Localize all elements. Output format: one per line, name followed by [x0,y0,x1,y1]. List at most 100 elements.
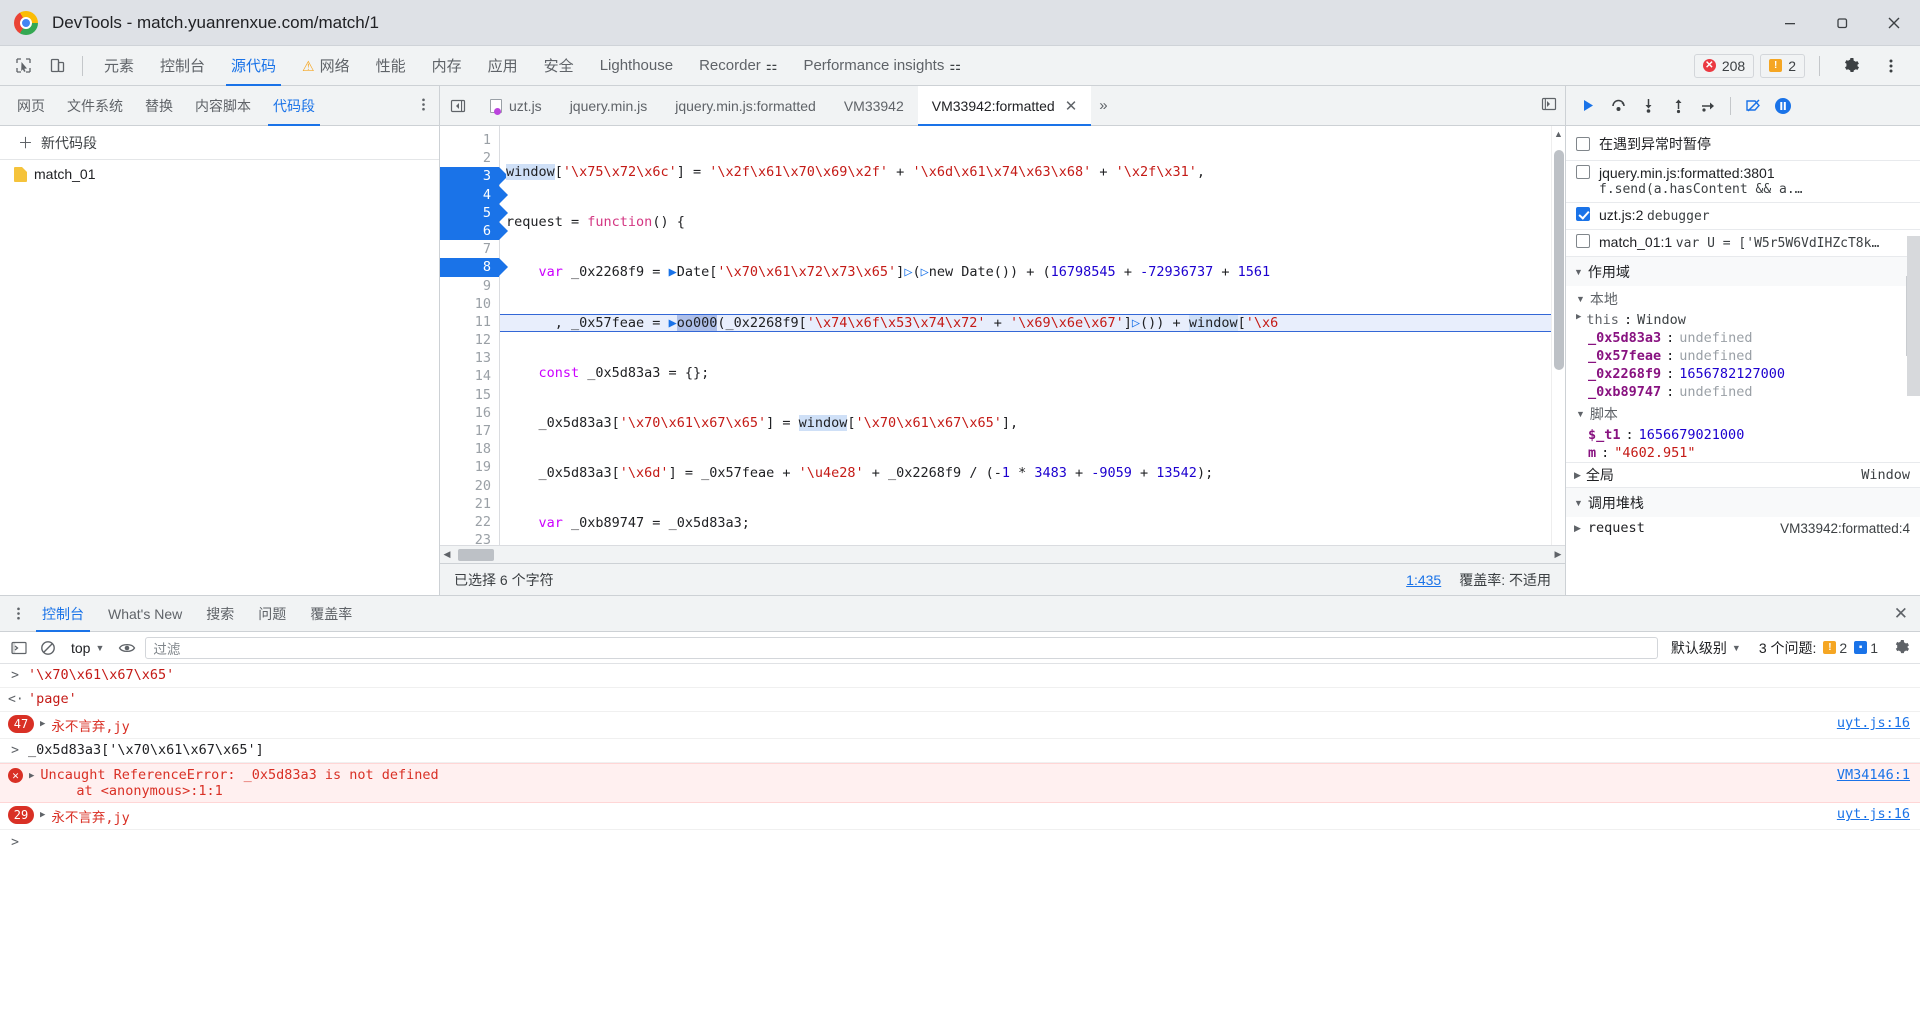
pause-on-exceptions-icon[interactable] [1769,92,1797,120]
scope-variable-this[interactable]: ▶ this: Window [1566,311,1920,329]
gear-icon[interactable] [1890,637,1912,659]
chevron-double-right-icon[interactable]: » [1091,97,1115,114]
log-level-selector[interactable]: 默认级别 ▼ [1665,638,1747,658]
nav-tab-snippets[interactable]: 代码段 [262,86,326,126]
scope-variable[interactable]: _0x2268f9: 1656782127000 [1566,365,1920,383]
code-line[interactable]: _0x5d83a3['\x6d'] = _0x57feae + '\u4e28'… [500,464,1565,482]
scrollbar-thumb[interactable] [1554,150,1564,370]
line-number-breakpoint[interactable]: 6 [440,221,508,241]
expand-arrow-icon[interactable]: ▶ [29,771,34,781]
console-message-output[interactable]: <· 'page' [0,688,1920,712]
drawer-tab-console[interactable]: 控制台 [30,596,96,632]
breakpoint-checkbox[interactable] [1576,207,1590,221]
line-number[interactable]: 20 [440,477,499,495]
more-vertical-icon[interactable] [416,97,431,115]
gear-icon[interactable] [1836,51,1866,81]
line-number[interactable]: 12 [440,331,499,349]
snippet-item-match-01[interactable]: match_01 [0,160,439,188]
scope-variable[interactable]: _0x57feae: undefined [1566,347,1920,365]
console-message-source[interactable]: uyt.js:16 [1823,806,1910,822]
line-number[interactable]: 22 [440,513,499,531]
line-number[interactable]: 23 [440,531,499,545]
code-line[interactable]: request = function() { [500,213,1565,231]
context-selector[interactable]: top ▼ [66,640,109,656]
console-message-log[interactable]: 29 ▶ 永不言弃,jy uyt.js:16 [0,803,1920,830]
drawer-tab-whats-new[interactable]: What's New [96,596,194,632]
console-message-error[interactable]: ✕ ▶ Uncaught ReferenceError: _0x5d83a3 i… [0,763,1920,803]
drawer-tab-coverage[interactable]: 覆盖率 [298,596,364,632]
tab-lighthouse[interactable]: Lighthouse [587,46,686,86]
more-vertical-icon[interactable] [1876,51,1906,81]
nav-tab-overrides[interactable]: 替换 [134,86,184,126]
tab-recorder[interactable]: Recorder ⚏ [686,46,790,86]
code-line[interactable]: var _0xb89747 = _0x5d83a3; [500,514,1565,532]
console-message-source[interactable]: uyt.js:16 [1823,715,1910,731]
chevron-right-icon[interactable]: ▶ [1576,312,1581,328]
minimize-button[interactable] [1764,0,1816,46]
line-number-breakpoint[interactable]: 8 [440,258,508,277]
maximize-button[interactable] [1816,0,1868,46]
breakpoint-item[interactable]: jquery.min.js:formatted:3801 f.send(a.ha… [1566,160,1920,202]
breakpoint-checkbox[interactable] [1576,234,1590,248]
error-count-badge[interactable]: ✕ 208 [1693,53,1755,78]
editor-tab-jquery-min-js-formatted[interactable]: jquery.min.js:formatted [661,86,830,126]
tab-memory[interactable]: 内存 [419,46,475,86]
breakpoint-checkbox[interactable] [1576,165,1590,179]
resume-script-icon[interactable] [1574,92,1602,120]
expand-arrow-icon[interactable]: ▶ [40,810,45,820]
code-line[interactable]: var _0x2268f9 = ▶Date['\x70\x61\x72\x73\… [500,263,1565,281]
tab-network[interactable]: ⚠ 网络 [289,46,363,86]
scope-variable[interactable]: _0xb89747: undefined [1566,383,1920,401]
new-snippet-button[interactable]: ＋ 新代码段 [0,126,439,160]
scroll-right-arrow-icon[interactable]: ▶ [1551,549,1565,560]
breakpoint-item[interactable]: match_01:1 var U = ['W5r5W6VdIHZcT8k… [1566,229,1920,256]
panel-expand-icon[interactable] [1541,96,1565,115]
nav-tab-page[interactable]: 网页 [6,86,56,126]
close-icon[interactable]: ✕ [1894,604,1920,624]
editor-horizontal-scrollbar[interactable]: ◀ ▶ [440,545,1565,563]
line-number[interactable]: 19 [440,458,499,476]
clear-console-icon[interactable] [37,637,59,659]
editor-tab-vm33942[interactable]: VM33942 [830,86,918,126]
breakpoint-item[interactable]: uzt.js:2 debugger [1566,202,1920,229]
debugger-scrollbar[interactable] [1907,236,1920,396]
step-over-icon[interactable] [1604,92,1632,120]
code-line[interactable]: const _0x5d83a3 = {}; [500,364,1565,382]
line-number[interactable]: 16 [440,404,499,422]
editor-tab-vm33942-formatted[interactable]: VM33942:formatted ✕ [917,85,1092,126]
editor-vertical-scrollbar[interactable]: ▲ [1551,126,1565,545]
scope-variable[interactable]: _0x5d83a3: undefined [1566,329,1920,347]
line-number-breakpoint[interactable]: 3 [440,167,508,186]
code-line[interactable]: window['\x75\x72\x6c'] = '\x2f\x61\x70\x… [500,163,1565,181]
console-message-input[interactable]: > '\x70\x61\x67\x65' [0,664,1920,688]
editor-tab-jquery-min-js[interactable]: jquery.min.js [556,86,662,126]
line-number[interactable]: 9 [440,277,499,295]
editor-tab-uzt-js[interactable]: uzt.js [476,86,556,126]
pause-on-exceptions-checkbox[interactable] [1576,137,1590,151]
close-icon[interactable]: ✕ [1065,97,1078,115]
panel-collapse-icon[interactable] [444,92,472,120]
issues-summary[interactable]: 3 个问题: ! 2 ▪ 1 [1754,637,1883,659]
cursor-position[interactable]: 1:435 [1406,572,1441,588]
console-message-input[interactable]: > _0x5d83a3['\x70\x61\x67\x65'] [0,739,1920,763]
tab-elements[interactable]: 元素 [91,46,147,86]
code-line[interactable]: _0x5d83a3['\x70\x61\x67\x65'] = window['… [500,414,1565,432]
chevron-right-icon[interactable]: ▶ [1574,470,1581,481]
line-number[interactable]: 21 [440,495,499,513]
device-toolbar-icon[interactable] [42,51,72,81]
step-icon[interactable] [1694,92,1722,120]
line-number[interactable]: 1 [440,131,499,149]
line-number[interactable]: 2 [440,149,499,167]
tab-performance-insights[interactable]: Performance insights ⚏ [790,46,974,86]
nav-tab-content-scripts[interactable]: 内容脚本 [184,86,262,126]
console-prompt[interactable]: > [0,830,1920,855]
scrollbar-thumb[interactable] [458,548,494,561]
expand-arrow-icon[interactable]: ▶ [40,719,45,729]
close-button[interactable] [1868,0,1920,46]
pause-on-exceptions-row[interactable]: 在遇到异常时暂停 [1566,126,1920,160]
line-number[interactable]: 10 [440,295,499,313]
execution-context-icon[interactable] [8,637,30,659]
scroll-up-arrow-icon[interactable]: ▲ [1554,129,1563,139]
more-vertical-icon[interactable] [6,606,30,621]
drawer-tab-issues[interactable]: 问题 [246,596,298,632]
